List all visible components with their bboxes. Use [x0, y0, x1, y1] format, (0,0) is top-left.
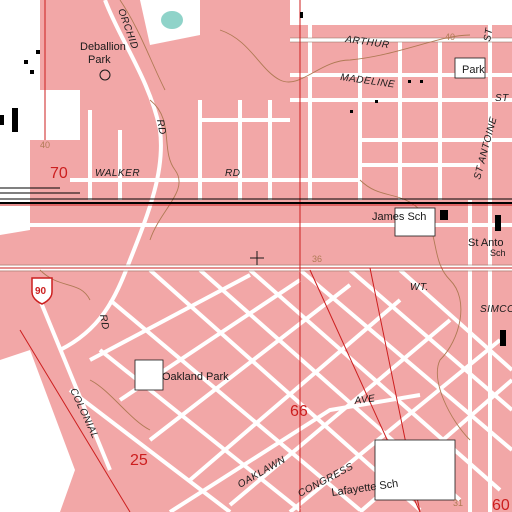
map-canvas: 90 ARTHUR MADELINE WALKER RD ORCHID RD R…: [0, 0, 512, 512]
us-90-label: 90: [35, 286, 47, 297]
white-gap-top-right: [340, 0, 512, 20]
label-oakland-park: Oakland Park: [162, 371, 229, 383]
label-deballion: Deballion: [80, 41, 126, 53]
label-simco: SIMCO: [480, 304, 512, 315]
label-park-top-right: Park: [462, 64, 485, 76]
us-90-shield: 90: [31, 277, 53, 305]
contour-36: 36: [312, 254, 322, 264]
label-66: 66: [290, 403, 308, 420]
label-james-sch: James Sch: [372, 211, 426, 223]
label-rd-walker: RD: [225, 168, 240, 179]
contour-40-top: 40: [445, 32, 455, 42]
label-wt: WT.: [410, 282, 429, 293]
contour-31: 31: [453, 498, 463, 508]
oakland-park-outline: [134, 359, 164, 391]
label-deballion-park: Park: [88, 54, 111, 66]
label-st-antoine-sch-2: Sch: [490, 248, 506, 258]
label-60: 60: [492, 497, 510, 512]
contour-40-left: 40: [40, 140, 50, 150]
label-walker: WALKER: [95, 168, 140, 179]
label-70: 70: [50, 165, 68, 182]
label-25: 25: [130, 452, 148, 469]
topographic-map: 90 ARTHUR MADELINE WALKER RD ORCHID RD R…: [0, 0, 512, 512]
pond: [161, 11, 183, 29]
label-st-right: ST: [495, 93, 509, 104]
